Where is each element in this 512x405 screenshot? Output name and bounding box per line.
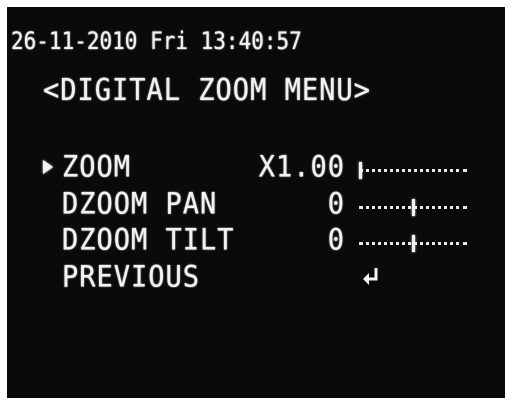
- osd-screen: 26-11-2010 Fri 13:40:57 <DIGITAL ZOOM ME…: [7, 7, 505, 398]
- menu-item-label: ZOOM: [62, 150, 132, 185]
- selection-cursor-icon: [43, 160, 53, 174]
- enter-return-icon: [363, 268, 378, 285]
- slider-knob[interactable]: [412, 199, 415, 216]
- menu-item-dzoom-pan[interactable]: DZOOM PAN 0: [7, 187, 505, 223]
- menu-title: <DIGITAL ZOOM MENU>: [43, 73, 371, 108]
- slider-track: [359, 169, 467, 172]
- menu-item-label: DZOOM TILT: [62, 223, 235, 258]
- zoom-value: X1.00: [258, 150, 345, 185]
- datetime-stamp: 26-11-2010 Fri 13:40:57: [11, 27, 302, 55]
- dzoom-pan-slider[interactable]: [359, 199, 467, 216]
- slider-knob[interactable]: [359, 162, 362, 179]
- menu-item-label: DZOOM PAN: [62, 187, 218, 222]
- slider-knob[interactable]: [412, 235, 415, 252]
- dzoom-pan-value: 0: [327, 187, 345, 222]
- menu-item-label: PREVIOUS: [62, 260, 201, 295]
- menu-item-zoom[interactable]: ZOOM X1.00: [7, 150, 505, 186]
- menu-item-dzoom-tilt[interactable]: DZOOM TILT 0: [7, 223, 505, 259]
- dzoom-tilt-slider[interactable]: [359, 235, 467, 252]
- dzoom-tilt-value: 0: [327, 223, 345, 258]
- menu-item-previous[interactable]: PREVIOUS: [7, 260, 505, 296]
- zoom-slider[interactable]: [359, 162, 467, 179]
